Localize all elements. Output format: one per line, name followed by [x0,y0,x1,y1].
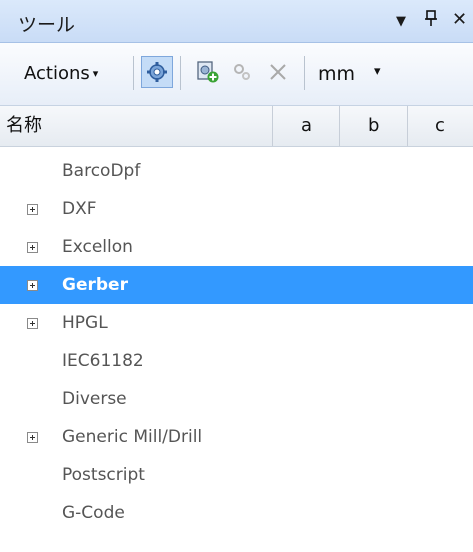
column-header-b[interactable]: b [368,106,379,146]
gear-small-icon[interactable] [226,56,258,88]
column-header-c[interactable]: c [435,106,445,146]
column-header-row: 名称 a b c [0,106,473,147]
expand-plus-icon[interactable] [27,432,38,443]
tree-item-g-code[interactable]: G-Code [0,494,473,532]
actions-label: Actions [24,63,90,84]
expand-plus-icon[interactable] [27,242,38,253]
tree-item-diverse[interactable]: Diverse [0,380,473,418]
tree-item-label: Generic Mill/Drill [62,427,203,447]
toolbar-separator [180,56,181,90]
tree-item-hpgl[interactable]: HPGL [0,304,473,342]
tree-item-label: BarcoDpf [62,161,141,181]
column-divider[interactable] [272,106,273,146]
tree-item-dxf[interactable]: DXF [0,190,473,228]
expand-plus-icon[interactable] [27,280,38,291]
column-divider[interactable] [339,106,340,146]
tree-item-label: Postscript [62,465,145,485]
tree-item-label: HPGL [62,313,108,333]
tree-item-generic-mill-drill[interactable]: Generic Mill/Drill [0,418,473,456]
actions-menu-button[interactable]: Actions ▾ [24,59,98,89]
toolbar-separator [304,56,305,90]
column-header-a[interactable]: a [301,106,312,146]
unit-select-value[interactable]: mm [318,59,355,89]
tree-item-label: Gerber [62,275,128,295]
tool-panel: ツール ▼ ✕ Actions ▾ mm ▾ 名称 a b c BarcoDpf… [0,0,473,552]
panel-title: ツール [18,14,76,36]
add-item-icon[interactable] [192,56,224,88]
panel-title-bar[interactable]: ツール ▼ ✕ [0,0,473,43]
tree-item-label: Diverse [62,389,127,409]
tree-item-gerber[interactable]: Gerber [0,266,473,304]
tree-item-label: DXF [62,199,97,219]
tree-item-label: Excellon [62,237,133,257]
column-header-name[interactable]: 名称 [6,106,42,146]
tree-item-label: IEC61182 [62,351,144,371]
tree-item-iec61182[interactable]: IEC61182 [0,342,473,380]
pin-icon[interactable] [424,9,438,32]
chevron-down-icon[interactable]: ▾ [374,64,381,79]
toolbar: Actions ▾ mm ▾ [0,43,473,106]
toolbar-separator [133,56,134,90]
settings-gear-icon[interactable] [141,56,173,88]
tree-item-excellon[interactable]: Excellon [0,228,473,266]
column-divider[interactable] [407,106,408,146]
close-icon[interactable]: ✕ [452,9,467,30]
tree-item-label: G-Code [62,503,125,523]
panel-menu-dropdown-icon[interactable]: ▼ [396,14,406,29]
tree-item-barcodpf[interactable]: BarcoDpf [0,152,473,190]
tree-item-postscript[interactable]: Postscript [0,456,473,494]
expand-plus-icon[interactable] [27,318,38,329]
delete-x-icon[interactable] [262,56,294,88]
expand-plus-icon[interactable] [27,204,38,215]
chevron-down-icon: ▾ [92,67,99,80]
